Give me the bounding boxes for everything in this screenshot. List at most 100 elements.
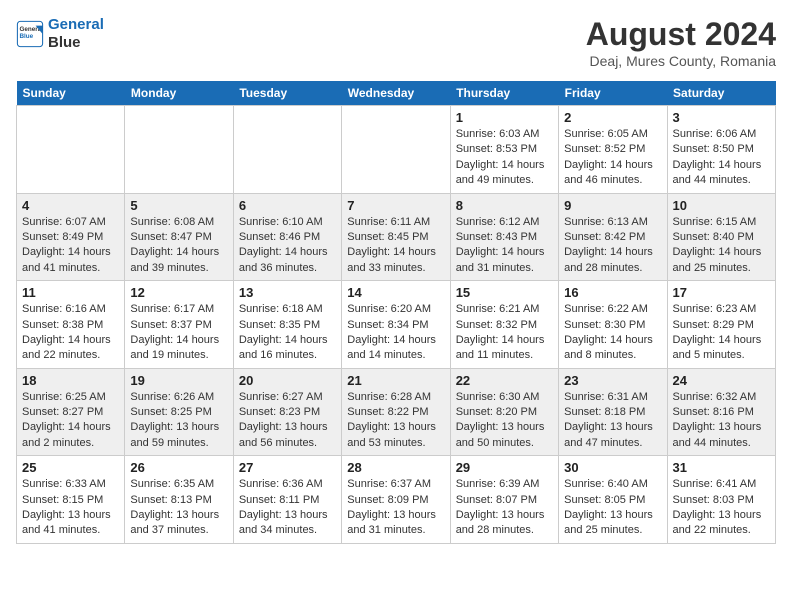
calendar-week-row: 25Sunrise: 6:33 AM Sunset: 8:15 PM Dayli… [17, 456, 776, 544]
day-number: 29 [456, 460, 553, 475]
day-number: 30 [564, 460, 661, 475]
day-number: 5 [130, 198, 227, 213]
day-number: 28 [347, 460, 444, 475]
weekday-header-wednesday: Wednesday [342, 81, 450, 106]
day-info: Sunrise: 6:23 AM Sunset: 8:29 PM Dayligh… [673, 302, 770, 364]
calendar-day-16: 16 Sunrise: 6:22 AM Sunset: 8:30 PM Dayli… [559, 281, 667, 369]
calendar-week-row: 4 Sunrise: 6:07 AM Sunset: 8:49 PM Daylig… [17, 193, 776, 281]
calendar-day-13: 13Sunrise: 6:18 AM Sunset: 8:35 PM Dayli… [233, 281, 341, 369]
day-info: Sunrise: 6:36 AM Sunset: 8:11 PM Dayligh… [239, 477, 336, 539]
weekday-header-row: SundayMondayTuesdayWednesdayThursdayFrid… [17, 81, 776, 106]
calendar-day-22: 22 Sunrise: 6:30 AM Sunset: 8:20 PM Dayli… [450, 368, 558, 456]
day-number: 17 [673, 285, 770, 300]
calendar-day-7: 7 Sunrise: 6:11 AM Sunset: 8:45 PM Daylig… [342, 193, 450, 281]
weekday-header-tuesday: Tuesday [233, 81, 341, 106]
day-info: Sunrise: 6:26 AM Sunset: 8:25 PM Dayligh… [130, 390, 227, 452]
day-info: Sunrise: 6:08 AM Sunset: 8:47 PM Dayligh… [130, 215, 227, 277]
calendar-day-29: 29 Sunrise: 6:39 AM Sunset: 8:07 PM Dayli… [450, 456, 558, 544]
day-number: 18 [22, 373, 119, 388]
day-number: 4 [22, 198, 119, 213]
day-number: 11 [22, 285, 119, 300]
calendar-week-row: 18 Sunrise: 6:25 AM Sunset: 8:27 PM Dayli… [17, 368, 776, 456]
day-info: Sunrise: 6:27 AM Sunset: 8:23 PM Dayligh… [239, 390, 336, 452]
day-info: Sunrise: 6:35 AM Sunset: 8:13 PM Dayligh… [130, 477, 227, 539]
calendar-day-4: 4 Sunrise: 6:07 AM Sunset: 8:49 PM Daylig… [17, 193, 125, 281]
day-number: 15 [456, 285, 553, 300]
day-info: Sunrise: 6:30 AM Sunset: 8:20 PM Dayligh… [456, 390, 553, 452]
day-number: 6 [239, 198, 336, 213]
day-number: 3 [673, 110, 770, 125]
day-number: 19 [130, 373, 227, 388]
empty-day-cell [342, 106, 450, 194]
calendar-day-11: 11 Sunrise: 6:16 AM Sunset: 8:38 PM Dayli… [17, 281, 125, 369]
calendar-table: SundayMondayTuesdayWednesdayThursdayFrid… [16, 81, 776, 544]
day-info: Sunrise: 6:06 AM Sunset: 8:50 PM Dayligh… [673, 127, 770, 189]
calendar-day-21: 21 Sunrise: 6:28 AM Sunset: 8:22 PM Dayli… [342, 368, 450, 456]
calendar-day-28: 28Sunrise: 6:37 AM Sunset: 8:09 PM Dayli… [342, 456, 450, 544]
day-number: 27 [239, 460, 336, 475]
calendar-day-15: 15Sunrise: 6:21 AM Sunset: 8:32 PM Dayli… [450, 281, 558, 369]
day-info: Sunrise: 6:16 AM Sunset: 8:38 PM Dayligh… [22, 302, 119, 364]
day-info: Sunrise: 6:31 AM Sunset: 8:18 PM Dayligh… [564, 390, 661, 452]
day-number: 10 [673, 198, 770, 213]
day-number: 22 [456, 373, 553, 388]
calendar-day-27: 27 Sunrise: 6:36 AM Sunset: 8:11 PM Dayli… [233, 456, 341, 544]
weekday-header-saturday: Saturday [667, 81, 775, 106]
weekday-header-monday: Monday [125, 81, 233, 106]
day-number: 14 [347, 285, 444, 300]
title-area: August 2024 Deaj, Mures County, Romania [586, 16, 776, 69]
calendar-day-10: 10 Sunrise: 6:15 AM Sunset: 8:40 PM Dayli… [667, 193, 775, 281]
calendar-day-14: 14Sunrise: 6:20 AM Sunset: 8:34 PM Dayli… [342, 281, 450, 369]
day-number: 16 [564, 285, 661, 300]
day-info: Sunrise: 6:07 AM Sunset: 8:49 PM Dayligh… [22, 215, 119, 277]
day-number: 2 [564, 110, 661, 125]
day-info: Sunrise: 6:03 AM Sunset: 8:53 PM Dayligh… [456, 127, 553, 189]
day-info: Sunrise: 6:22 AM Sunset: 8:30 PM Dayligh… [564, 302, 661, 364]
day-number: 31 [673, 460, 770, 475]
page-header: General Blue GeneralBlue August 2024 Dea… [16, 16, 776, 69]
day-number: 8 [456, 198, 553, 213]
calendar-day-19: 19 Sunrise: 6:26 AM Sunset: 8:25 PM Dayli… [125, 368, 233, 456]
day-info: Sunrise: 6:40 AM Sunset: 8:05 PM Dayligh… [564, 477, 661, 539]
month-year-title: August 2024 [586, 16, 776, 53]
day-number: 1 [456, 110, 553, 125]
calendar-week-row: 1 Sunrise: 6:03 AM Sunset: 8:53 PM Daylig… [17, 106, 776, 194]
day-number: 23 [564, 373, 661, 388]
weekday-header-thursday: Thursday [450, 81, 558, 106]
day-info: Sunrise: 6:15 AM Sunset: 8:40 PM Dayligh… [673, 215, 770, 277]
weekday-header-sunday: Sunday [17, 81, 125, 106]
day-info: Sunrise: 6:28 AM Sunset: 8:22 PM Dayligh… [347, 390, 444, 452]
day-number: 21 [347, 373, 444, 388]
weekday-header-friday: Friday [559, 81, 667, 106]
day-number: 12 [130, 285, 227, 300]
calendar-day-20: 20Sunrise: 6:27 AM Sunset: 8:23 PM Dayli… [233, 368, 341, 456]
day-info: Sunrise: 6:11 AM Sunset: 8:45 PM Dayligh… [347, 215, 444, 277]
calendar-day-30: 30 Sunrise: 6:40 AM Sunset: 8:05 PM Dayli… [559, 456, 667, 544]
calendar-day-18: 18 Sunrise: 6:25 AM Sunset: 8:27 PM Dayli… [17, 368, 125, 456]
location-subtitle: Deaj, Mures County, Romania [586, 53, 776, 69]
calendar-day-31: 31 Sunrise: 6:41 AM Sunset: 8:03 PM Dayli… [667, 456, 775, 544]
day-info: Sunrise: 6:12 AM Sunset: 8:43 PM Dayligh… [456, 215, 553, 277]
svg-text:Blue: Blue [20, 33, 34, 40]
calendar-day-24: 24Sunrise: 6:32 AM Sunset: 8:16 PM Dayli… [667, 368, 775, 456]
calendar-day-2: 2 Sunrise: 6:05 AM Sunset: 8:52 PM Daylig… [559, 106, 667, 194]
day-number: 26 [130, 460, 227, 475]
day-number: 7 [347, 198, 444, 213]
day-info: Sunrise: 6:41 AM Sunset: 8:03 PM Dayligh… [673, 477, 770, 539]
day-info: Sunrise: 6:25 AM Sunset: 8:27 PM Dayligh… [22, 390, 119, 452]
calendar-day-12: 12 Sunrise: 6:17 AM Sunset: 8:37 PM Dayli… [125, 281, 233, 369]
day-info: Sunrise: 6:10 AM Sunset: 8:46 PM Dayligh… [239, 215, 336, 277]
day-info: Sunrise: 6:17 AM Sunset: 8:37 PM Dayligh… [130, 302, 227, 364]
calendar-day-1: 1 Sunrise: 6:03 AM Sunset: 8:53 PM Daylig… [450, 106, 558, 194]
day-number: 13 [239, 285, 336, 300]
calendar-day-5: 5 Sunrise: 6:08 AM Sunset: 8:47 PM Daylig… [125, 193, 233, 281]
day-info: Sunrise: 6:05 AM Sunset: 8:52 PM Dayligh… [564, 127, 661, 189]
calendar-day-25: 25Sunrise: 6:33 AM Sunset: 8:15 PM Dayli… [17, 456, 125, 544]
day-info: Sunrise: 6:39 AM Sunset: 8:07 PM Dayligh… [456, 477, 553, 539]
calendar-day-6: 6 Sunrise: 6:10 AM Sunset: 8:46 PM Daylig… [233, 193, 341, 281]
calendar-day-23: 23 Sunrise: 6:31 AM Sunset: 8:18 PM Dayli… [559, 368, 667, 456]
empty-day-cell [17, 106, 125, 194]
calendar-day-17: 17 Sunrise: 6:23 AM Sunset: 8:29 PM Dayli… [667, 281, 775, 369]
calendar-day-3: 3 Sunrise: 6:06 AM Sunset: 8:50 PM Daylig… [667, 106, 775, 194]
empty-day-cell [233, 106, 341, 194]
